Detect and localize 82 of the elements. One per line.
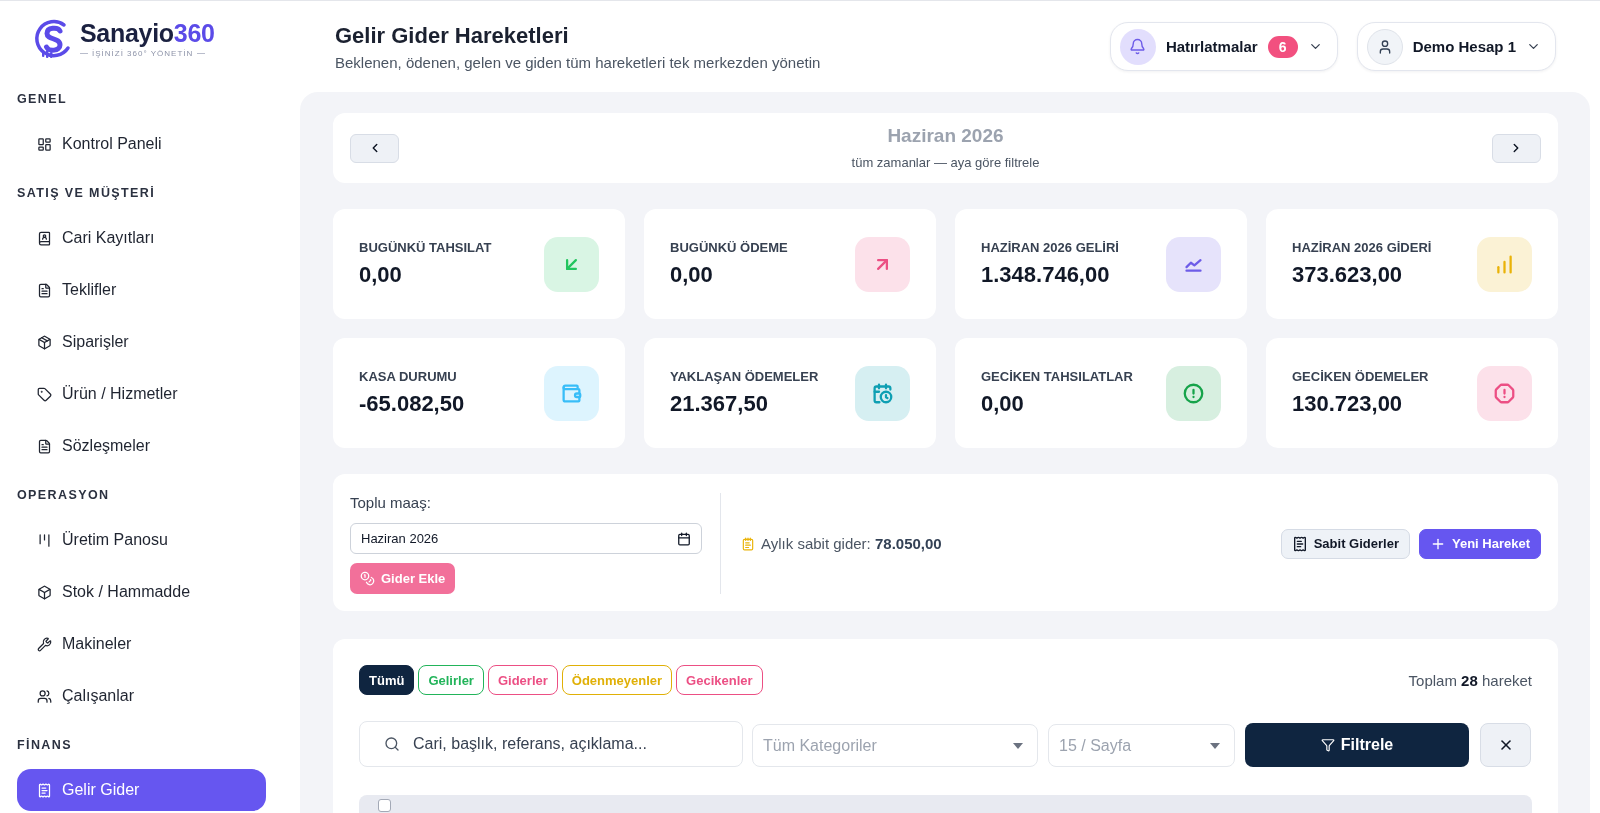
stat-value: 21.367,50 (670, 391, 769, 417)
page-subtitle: Beklenen, ödenen, gelen ve giden tüm hareketleri tek merkezden yönetin (335, 52, 821, 73)
new-transaction-button[interactable]: Yeni Hareket (1418, 528, 1541, 559)
nav-item[interactable]: Siparişler (17, 321, 266, 363)
stat-value: 0,00 (359, 262, 403, 288)
nav-item[interactable]: Gelir Gider (17, 769, 266, 811)
document-icon (37, 282, 52, 298)
month-subtitle: tüm zamanlar — aya göre filtrele (851, 154, 1040, 172)
stat-label: BUGÜNKÜ TAHSILAT (359, 240, 492, 256)
filter-chip[interactable]: Gecikenler (676, 665, 763, 695)
nav-item[interactable]: Çalışanlar (17, 675, 266, 717)
fixed-expenses-button[interactable]: Sabit Giderler (1280, 528, 1410, 559)
stat-label: BUGÜNKÜ ÖDEME (670, 240, 788, 256)
next-month-button[interactable] (1492, 133, 1541, 163)
tag-icon (37, 386, 52, 402)
dropdown-caret-icon (1013, 742, 1023, 749)
nav-item[interactable]: Teklifler (17, 269, 266, 311)
clear-filters-button[interactable] (1480, 723, 1531, 767)
section-label: OPERASYON (17, 487, 111, 503)
nav-item[interactable]: Stok / Hammadde (17, 571, 266, 613)
section-label: FİNANS (17, 737, 73, 753)
contact-book-icon (37, 230, 52, 246)
nav-item[interactable]: Kontrol Paneli (17, 123, 266, 165)
select-all-checkbox[interactable] (378, 799, 391, 812)
section-label: SATIŞ VE MÜŞTERİ (17, 185, 157, 201)
account-button[interactable]: Demo Hesap 1 (1356, 22, 1556, 71)
count-badge: 6 (1267, 35, 1298, 58)
stat-label: KASA DURUMU (359, 369, 458, 385)
search-field[interactable]: Cari, başlık, referans, açıklama... (359, 721, 743, 767)
package-icon (37, 334, 52, 350)
stat-label: HAZİRAN 2026 GELİRİ (981, 240, 1119, 256)
search-icon (384, 736, 400, 752)
stat-value: 0,00 (670, 262, 714, 288)
calendar-clock-icon (855, 365, 910, 421)
month-title: Haziran 2026 (887, 124, 1004, 148)
wrench-icon (37, 636, 52, 652)
month-field[interactable]: Haziran 2026 (350, 523, 702, 554)
filter-button[interactable]: Filtrele (1245, 723, 1469, 767)
nav-item[interactable]: Cari Kayıtları (17, 217, 266, 259)
arrow-down-left-icon (544, 236, 599, 292)
logo-wordmark: Sanayio360 (80, 19, 215, 47)
wallet-icon (544, 365, 599, 421)
section-label: GENEL (17, 91, 69, 107)
nav-item[interactable]: Üretim Panosu (17, 519, 266, 561)
bar-chart-icon (1477, 236, 1532, 292)
dashboard-icon (37, 136, 52, 152)
stat-value: -65.082,50 (359, 391, 465, 417)
stat-label: GECİKEN TAHSILATLAR (981, 369, 1133, 385)
stat-value: 1.348.746,00 (981, 262, 1111, 288)
users-icon (37, 688, 52, 704)
receipt-icon (37, 782, 52, 798)
user-icon (1366, 28, 1403, 65)
notepad-icon (741, 536, 755, 551)
nav-item[interactable]: Ürün / Hizmetler (17, 373, 266, 415)
receipt-icon (1291, 535, 1308, 552)
logo-tagline: İŞİNİZİ 360° YÖNETİN (80, 48, 206, 59)
bell-icon (1119, 28, 1156, 65)
filter-chip[interactable]: Tümü (359, 665, 415, 695)
arrow-up-right-icon (855, 236, 910, 292)
stat-label: GECİKEN ÖDEMELER (1292, 369, 1429, 385)
stat-value: 373.623,00 (1292, 262, 1404, 288)
total-count-text: Toplam 28 hareket (1408, 671, 1532, 689)
alert-octagon-icon (1477, 365, 1532, 421)
filter-icon (1320, 738, 1335, 752)
stat-value: 0,00 (981, 391, 1025, 417)
document-icon (37, 438, 52, 454)
page-title: Gelir Gider Hareketleri (335, 21, 570, 50)
previous-month-button[interactable] (350, 133, 399, 163)
line-chart-icon (1166, 236, 1221, 292)
kanban-icon (37, 532, 52, 548)
calendar-icon (677, 531, 691, 546)
nav-item[interactable]: Makineler (17, 623, 266, 665)
fixed-expense-text: Aylık sabit gider: 78.050,00 (761, 535, 942, 552)
stat-label: HAZİRAN 2026 GİDERİ (1292, 240, 1432, 256)
reminders-button[interactable]: Hatırlatmalar 6 (1109, 22, 1338, 71)
stat-value: 130.723,00 (1292, 391, 1404, 417)
cube-icon (37, 584, 52, 600)
nav-item[interactable]: Sözleşmeler (17, 425, 266, 467)
coins-icon (360, 571, 375, 586)
dropdown-caret-icon (1210, 742, 1220, 749)
stat-label: YAKLAŞAN ÖDEMELER (670, 369, 819, 385)
field-label: Toplu maaş: (350, 493, 431, 513)
